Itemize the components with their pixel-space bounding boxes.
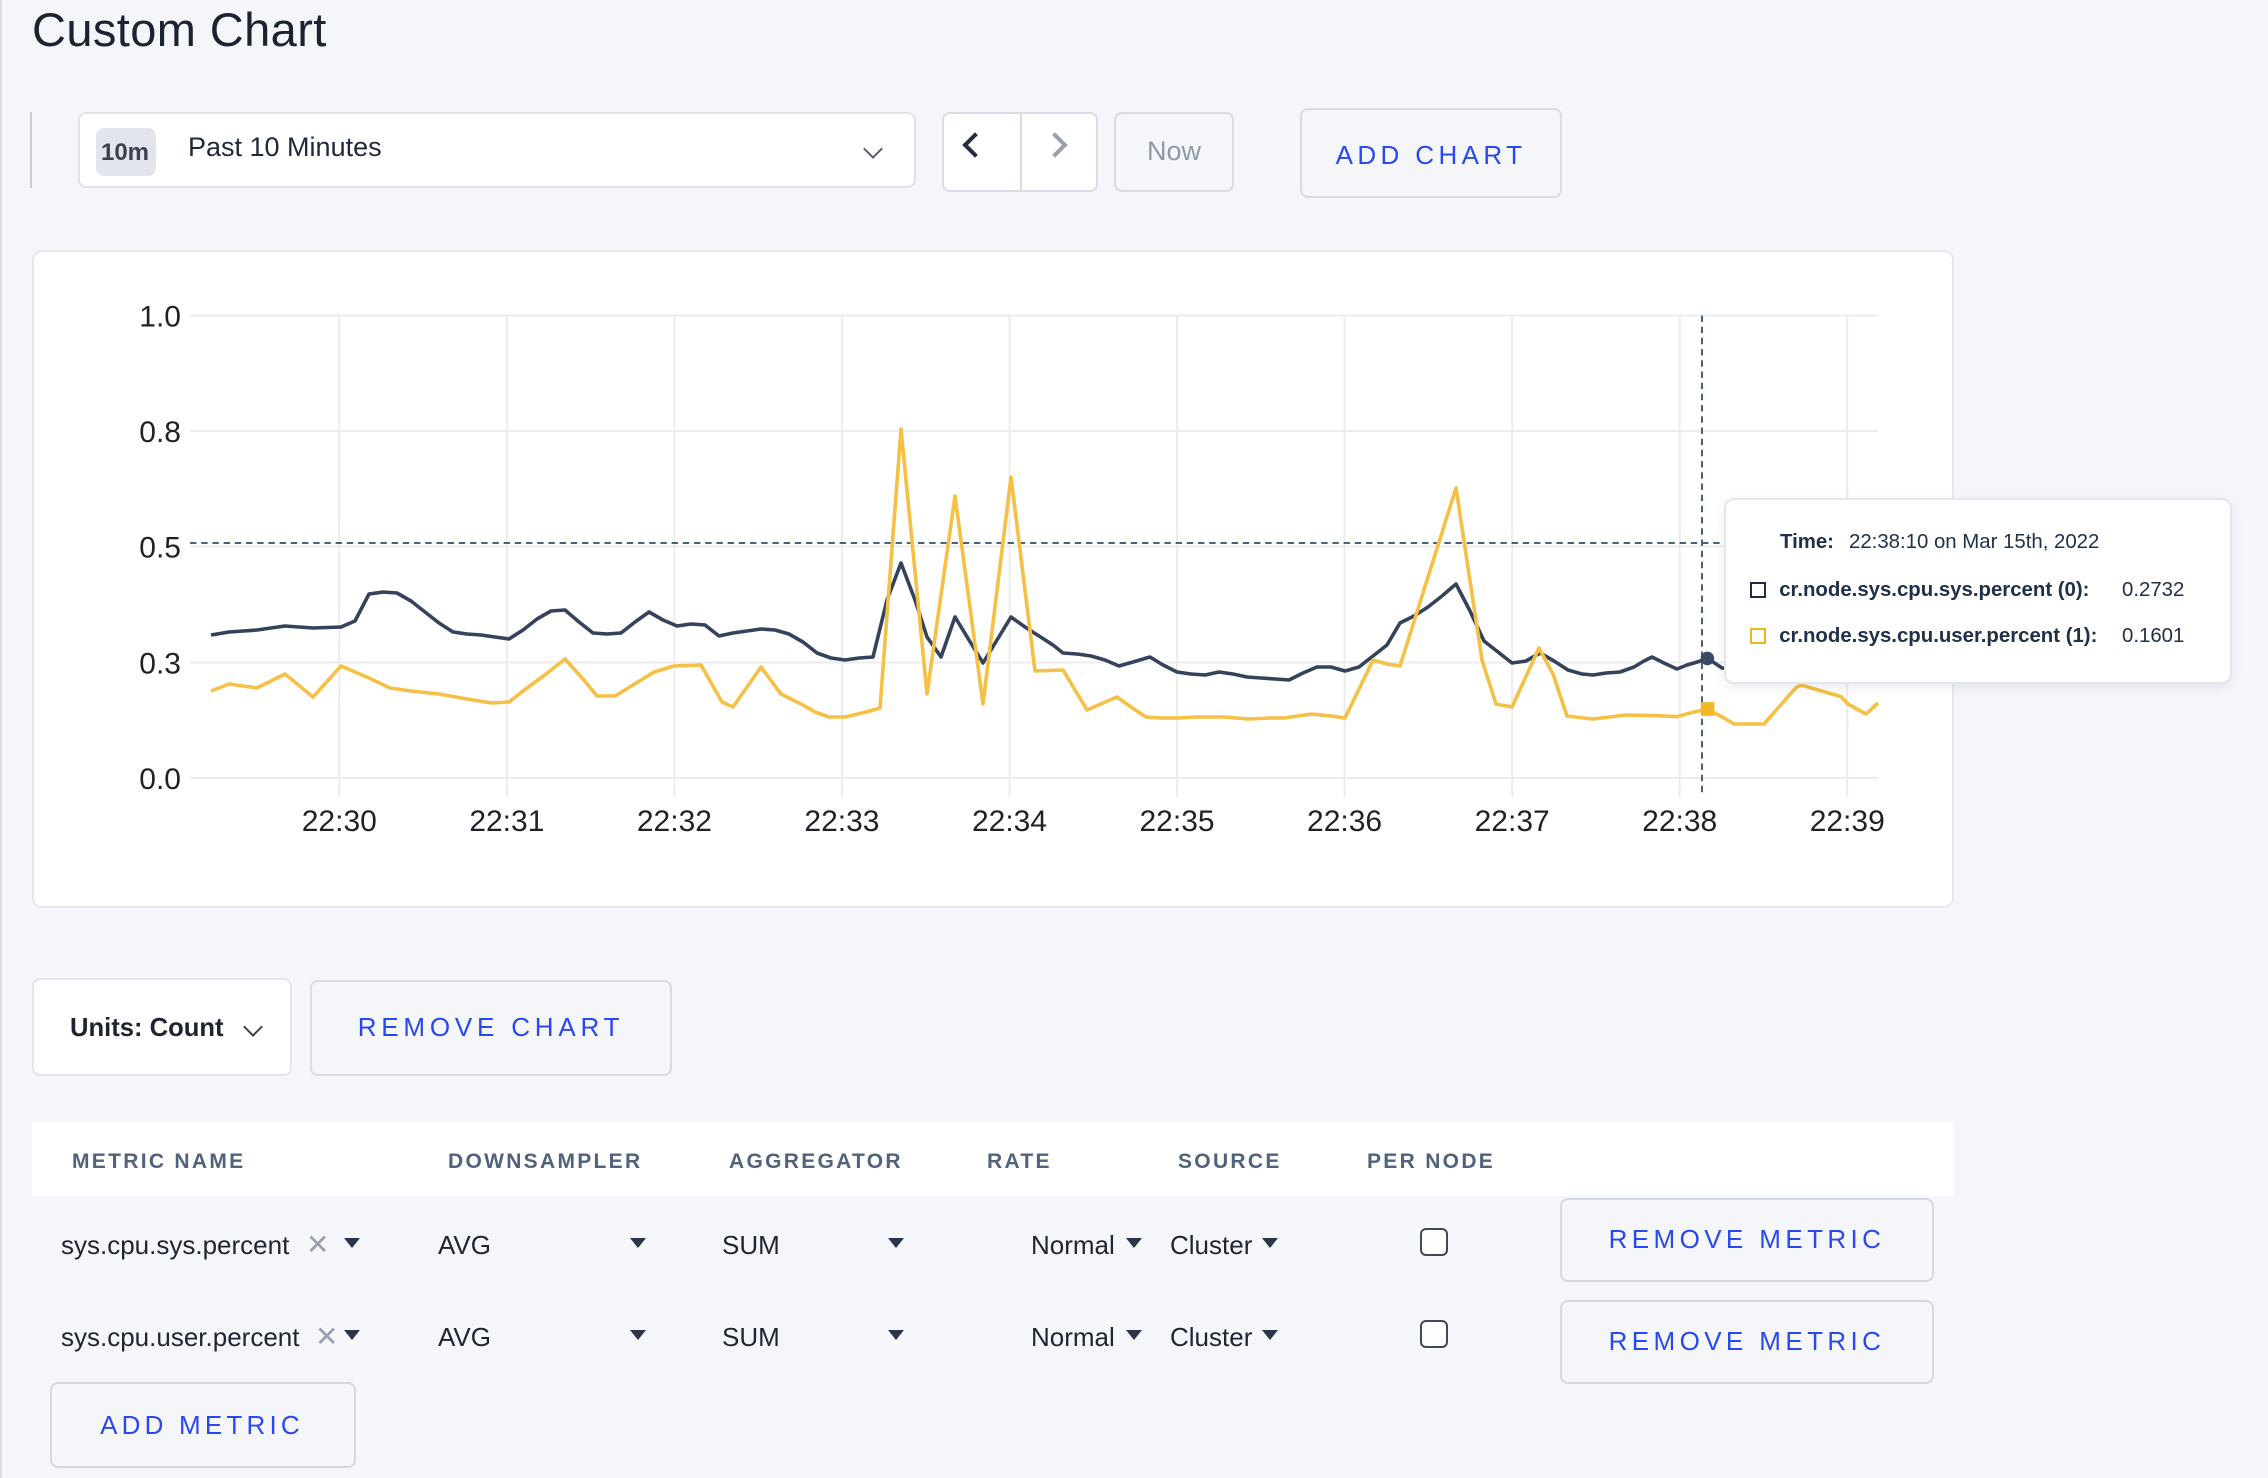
svg-text:0.5: 0.5 [139,532,181,565]
svg-text:1.0: 1.0 [139,301,181,334]
svg-text:22:39: 22:39 [1810,805,1885,838]
svg-text:22:36: 22:36 [1307,805,1382,838]
svg-text:22:31: 22:31 [469,805,544,838]
svg-text:22:35: 22:35 [1140,805,1215,838]
svg-text:22:32: 22:32 [637,805,712,838]
svg-text:22:30: 22:30 [302,805,377,838]
svg-text:0.0: 0.0 [139,763,181,796]
svg-text:22:38: 22:38 [1642,805,1717,838]
svg-text:22:34: 22:34 [972,805,1047,838]
svg-text:0.3: 0.3 [139,648,181,681]
svg-text:0.8: 0.8 [139,416,181,449]
svg-text:22:37: 22:37 [1475,805,1550,838]
svg-text:22:33: 22:33 [804,805,879,838]
